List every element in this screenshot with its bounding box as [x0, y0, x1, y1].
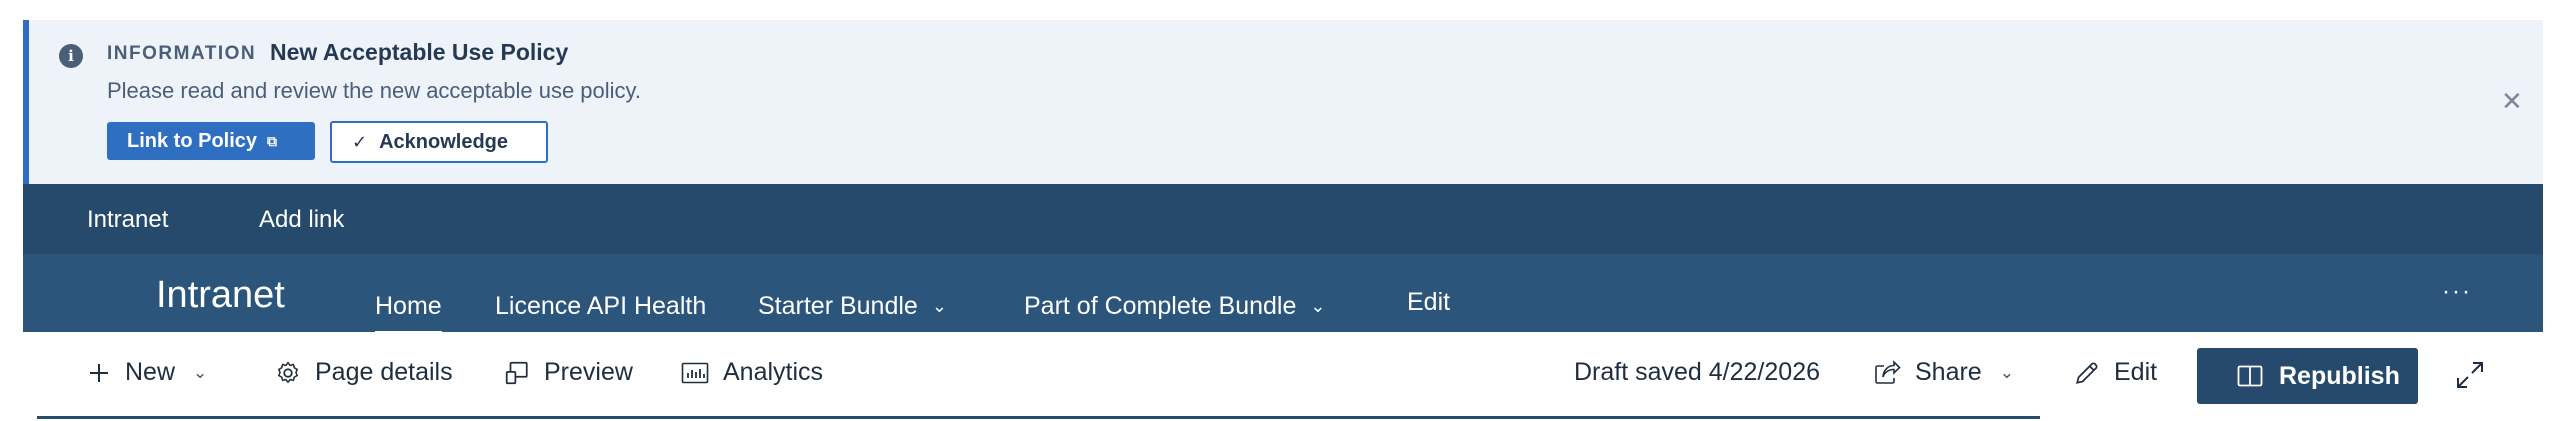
command-bar: New ⌄ Page details Preview Analytics Dra…	[23, 332, 2543, 419]
nav-item-label: Home	[375, 292, 442, 320]
banner-description: Please read and review the new acceptabl…	[107, 78, 642, 103]
new-button[interactable]: New ⌄	[87, 358, 207, 387]
page-edit-progress-line	[37, 416, 2040, 419]
nav-item-edit[interactable]: Edit	[1407, 288, 1450, 317]
banner-title: New Acceptable Use Policy	[270, 39, 569, 65]
external-link-icon: ⧉	[267, 132, 278, 149]
plus-icon	[90, 363, 108, 382]
chevron-down-icon: ⌄	[931, 296, 947, 316]
chevron-down-icon: ⌄	[1999, 362, 2014, 382]
edit-label: Edit	[2114, 358, 2158, 386]
chevron-down-icon: ⌄	[193, 362, 208, 382]
nav-item-label: Licence API Health	[495, 292, 707, 320]
pencil-icon	[2076, 362, 2098, 384]
right-gutter	[2543, 20, 2560, 421]
information-banner: i INFORMATION New Acceptable Use Policy …	[23, 20, 2543, 184]
hub-navigation: Intranet Add link	[23, 184, 2543, 254]
nav-item-licence-api-health[interactable]: Licence API Health	[495, 292, 706, 321]
checkmark-icon: ✓	[352, 131, 368, 152]
nav-item-label: Part of Complete Bundle	[1024, 292, 1297, 320]
site-header: Intranet Home Licence API Health Starter…	[23, 254, 2543, 335]
hub-site-link[interactable]: Intranet	[87, 206, 168, 234]
analytics-button[interactable]: Analytics	[681, 358, 823, 387]
page-frame: i INFORMATION New Acceptable Use Policy …	[23, 20, 2543, 421]
nav-item-label: Starter Bundle	[758, 292, 918, 320]
draft-status: Draft saved 4/22/2026	[1574, 358, 1820, 387]
top-strip	[0, 0, 2560, 20]
republish-button[interactable]: Republish	[2197, 348, 2418, 404]
nav-item-label: Edit	[1407, 288, 1451, 316]
analytics-icon	[681, 362, 709, 383]
add-link-button[interactable]: Add link	[259, 206, 344, 234]
share-button[interactable]: Share ⌄	[1873, 358, 2014, 387]
nav-item-part-of-complete-bundle[interactable]: Part of Complete Bundle ⌄	[1024, 292, 1325, 321]
republish-label: Republish	[2279, 361, 2400, 390]
gear-icon	[277, 360, 299, 383]
banner-tag: INFORMATION	[107, 43, 257, 64]
share-icon	[1875, 359, 1901, 384]
acknowledge-button[interactable]: ✓ Acknowledge	[330, 121, 548, 163]
expand-icon[interactable]	[2455, 360, 2485, 390]
info-icon: i	[59, 44, 83, 68]
preview-button[interactable]: Preview	[504, 358, 633, 387]
share-label: Share	[1915, 358, 1982, 386]
nav-item-home[interactable]: Home	[375, 292, 442, 335]
nav-item-starter-bundle[interactable]: Starter Bundle ⌄	[758, 292, 947, 321]
draft-status-text: Draft saved 4/22/2026	[1574, 358, 1820, 386]
new-label: New	[125, 358, 176, 386]
link-to-policy-button[interactable]: Link to Policy ⧉	[107, 122, 315, 160]
edit-button[interactable]: Edit	[2074, 358, 2157, 387]
close-icon[interactable]: ✕	[2501, 86, 2523, 117]
preview-icon	[505, 361, 528, 384]
chevron-down-icon: ⌄	[1310, 296, 1326, 316]
page-details-label: Page details	[315, 358, 453, 386]
link-to-policy-label: Link to Policy	[127, 129, 258, 152]
preview-label: Preview	[544, 358, 633, 386]
site-title[interactable]: Intranet	[156, 274, 285, 317]
analytics-label: Analytics	[723, 358, 824, 386]
page-details-button[interactable]: Page details	[275, 358, 453, 387]
acknowledge-label: Acknowledge	[379, 130, 509, 153]
book-icon	[2237, 365, 2263, 387]
more-options-icon[interactable]: ···	[2442, 278, 2472, 306]
